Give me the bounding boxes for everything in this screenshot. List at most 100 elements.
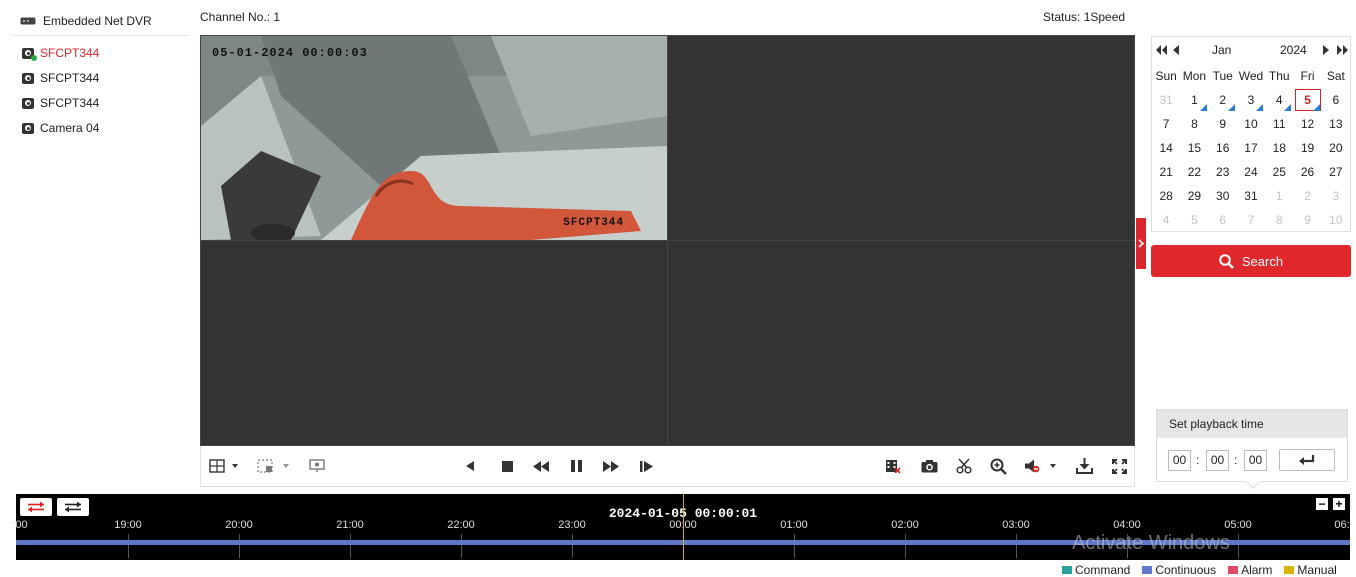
- legend-swatch: [1284, 566, 1295, 574]
- calendar-day[interactable]: 16: [1209, 136, 1237, 160]
- clip-icon[interactable]: [953, 458, 975, 474]
- legend-item: Command: [1062, 563, 1130, 577]
- next-year-icon[interactable]: [1337, 45, 1348, 55]
- calendar-day[interactable]: 25: [1265, 160, 1293, 184]
- calendar-day[interactable]: 12: [1293, 112, 1321, 136]
- calendar-day[interactable]: 10: [1322, 208, 1350, 232]
- calendar-day[interactable]: 7: [1237, 208, 1265, 232]
- selected-day-label: 5: [1294, 89, 1321, 111]
- calendar-day[interactable]: 3: [1322, 184, 1350, 208]
- prev-month-icon[interactable]: [1173, 45, 1179, 55]
- calendar-day[interactable]: 1: [1265, 184, 1293, 208]
- device-tree-root[interactable]: Embedded Net DVR: [20, 14, 152, 28]
- zoom-out-button[interactable]: −: [1316, 498, 1328, 510]
- pause-icon[interactable]: [566, 458, 586, 474]
- single-frame-icon[interactable]: [636, 458, 656, 474]
- calendar-day[interactable]: 2: [1209, 88, 1237, 112]
- calendar-week: 4 5 6 7 8 9 10: [1152, 208, 1350, 232]
- calendar-day[interactable]: 9: [1209, 112, 1237, 136]
- calendar-day[interactable]: 3: [1237, 88, 1265, 112]
- calendar-day[interactable]: 7: [1152, 112, 1180, 136]
- calendar-day[interactable]: 8: [1265, 208, 1293, 232]
- grid-line: [128, 534, 129, 558]
- calendar-day[interactable]: 20: [1322, 136, 1350, 160]
- audio-icon[interactable]: [1023, 458, 1059, 474]
- fisheye-icon[interactable]: [307, 458, 327, 474]
- calendar-day[interactable]: 17: [1237, 136, 1265, 160]
- video-window-1[interactable]: 05-01-2024 00:00:03 SFCPT344: [201, 36, 667, 240]
- calendar-day[interactable]: 4: [1265, 88, 1293, 112]
- calendar-day-selected[interactable]: 5: [1293, 88, 1321, 112]
- calendar-day[interactable]: 9: [1293, 208, 1321, 232]
- channel-label: SFCPT344: [40, 71, 100, 85]
- calendar-day[interactable]: 2: [1293, 184, 1321, 208]
- calendar-day[interactable]: 4: [1152, 208, 1180, 232]
- video-window-3[interactable]: [201, 241, 667, 445]
- clear-icon[interactable]: [882, 458, 904, 474]
- next-month-icon[interactable]: [1323, 45, 1329, 55]
- calendar-day[interactable]: 28: [1152, 184, 1180, 208]
- calendar-year[interactable]: 2024: [1280, 43, 1307, 57]
- grid-layout-icon[interactable]: [207, 458, 241, 474]
- snapshot-icon[interactable]: [918, 458, 940, 474]
- grid-line: [794, 534, 795, 558]
- hour-input[interactable]: 00: [1168, 450, 1191, 471]
- calendar-day[interactable]: 11: [1265, 112, 1293, 136]
- channel-item-1[interactable]: SFCPT344: [22, 46, 99, 61]
- window-select-icon[interactable]: [256, 458, 292, 474]
- camera-icon: [22, 122, 34, 134]
- calendar-day[interactable]: 31: [1152, 88, 1180, 112]
- calendar-day[interactable]: 21: [1152, 160, 1180, 184]
- calendar-day[interactable]: 31: [1237, 184, 1265, 208]
- calendar-day[interactable]: 29: [1180, 184, 1208, 208]
- reverse-play-icon[interactable]: [460, 458, 480, 474]
- prev-year-icon[interactable]: [1156, 45, 1167, 55]
- set-playback-time-panel: Set playback time 00 : 00 : 00: [1156, 409, 1348, 482]
- grid-line: [239, 534, 240, 558]
- channel-item-4[interactable]: Camera 04: [22, 121, 99, 135]
- calendar-day[interactable]: 1: [1180, 88, 1208, 112]
- minute-input[interactable]: 00: [1206, 450, 1229, 471]
- search-button[interactable]: Search: [1151, 245, 1351, 277]
- calendar-day[interactable]: 14: [1152, 136, 1180, 160]
- calendar-day[interactable]: 23: [1209, 160, 1237, 184]
- calendar-day[interactable]: 5: [1180, 208, 1208, 232]
- legend-label: Command: [1075, 563, 1131, 577]
- channel-item-3[interactable]: SFCPT344: [22, 96, 99, 110]
- calendar-day[interactable]: 22: [1180, 160, 1208, 184]
- slow-rewind-icon[interactable]: [529, 458, 553, 474]
- legend-item: Manual: [1284, 563, 1337, 577]
- apply-time-button[interactable]: [1279, 449, 1335, 471]
- fast-forward-icon[interactable]: [599, 458, 623, 474]
- calendar-day[interactable]: 10: [1237, 112, 1265, 136]
- calendar-day[interactable]: 30: [1209, 184, 1237, 208]
- fullscreen-icon[interactable]: [1108, 458, 1130, 474]
- calendar-day[interactable]: 27: [1322, 160, 1350, 184]
- download-icon[interactable]: [1073, 458, 1095, 474]
- zoom-in-button[interactable]: +: [1333, 498, 1345, 510]
- calendar-day[interactable]: 18: [1265, 136, 1293, 160]
- calendar-day[interactable]: 15: [1180, 136, 1208, 160]
- second-input[interactable]: 00: [1244, 450, 1267, 471]
- weekday-label: Sun: [1155, 69, 1177, 83]
- calendar-day[interactable]: 6: [1209, 208, 1237, 232]
- digital-zoom-icon[interactable]: [987, 458, 1009, 475]
- osd-channel-name: SFCPT344: [563, 217, 624, 229]
- weekday-label: Wed: [1238, 69, 1264, 83]
- timeline-cursor[interactable]: [683, 494, 684, 560]
- stop-icon[interactable]: [497, 458, 517, 474]
- calendar-week: 14 15 16 17 18 19 20: [1152, 136, 1350, 160]
- calendar-day[interactable]: 13: [1322, 112, 1350, 136]
- calendar-day[interactable]: 19: [1293, 136, 1321, 160]
- calendar-day[interactable]: 6: [1322, 88, 1350, 112]
- channel-item-2[interactable]: SFCPT344: [22, 71, 99, 85]
- video-window-4[interactable]: [668, 241, 1134, 445]
- calendar-month[interactable]: Jan: [1212, 43, 1231, 57]
- dvr-icon: [20, 17, 36, 25]
- collapse-panel-tab[interactable]: [1136, 218, 1146, 269]
- calendar-day[interactable]: 26: [1293, 160, 1321, 184]
- calendar-day[interactable]: 24: [1237, 160, 1265, 184]
- calendar-day[interactable]: 8: [1180, 112, 1208, 136]
- video-window-2[interactable]: [668, 36, 1134, 240]
- time-tick: 23:00: [558, 519, 586, 531]
